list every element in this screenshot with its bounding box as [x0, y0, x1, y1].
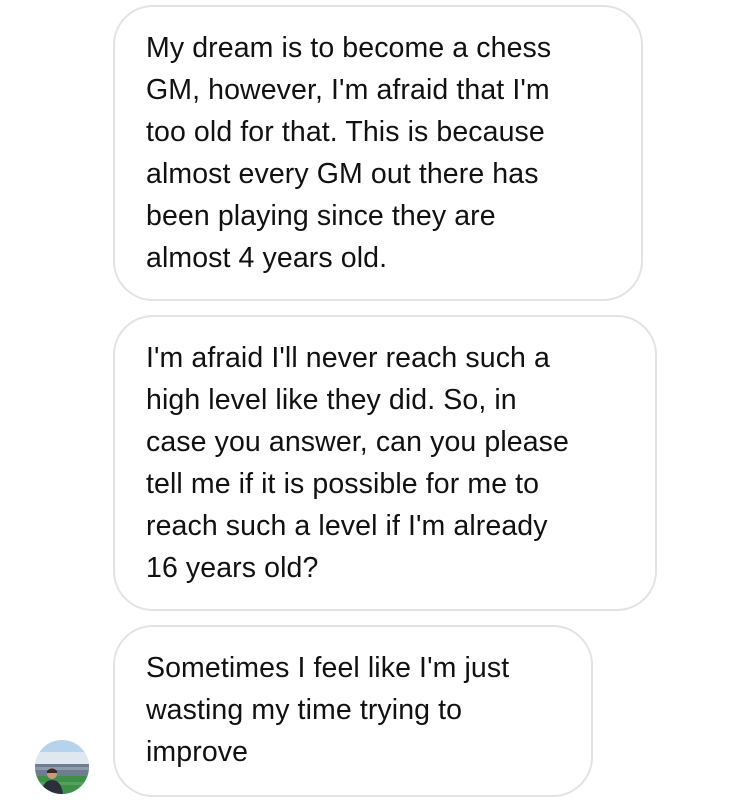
- sender-avatar[interactable]: [35, 740, 89, 794]
- message-thread: My dream is to become a chess GM, howeve…: [0, 0, 750, 809]
- message-bubble[interactable]: Sometimes I feel like I'm just wasting m…: [113, 625, 593, 797]
- message-bubble[interactable]: I'm afraid I'll never reach such a high …: [113, 315, 657, 611]
- message-bubble[interactable]: My dream is to become a chess GM, howeve…: [113, 5, 643, 301]
- avatar-photo-icon: [35, 740, 89, 794]
